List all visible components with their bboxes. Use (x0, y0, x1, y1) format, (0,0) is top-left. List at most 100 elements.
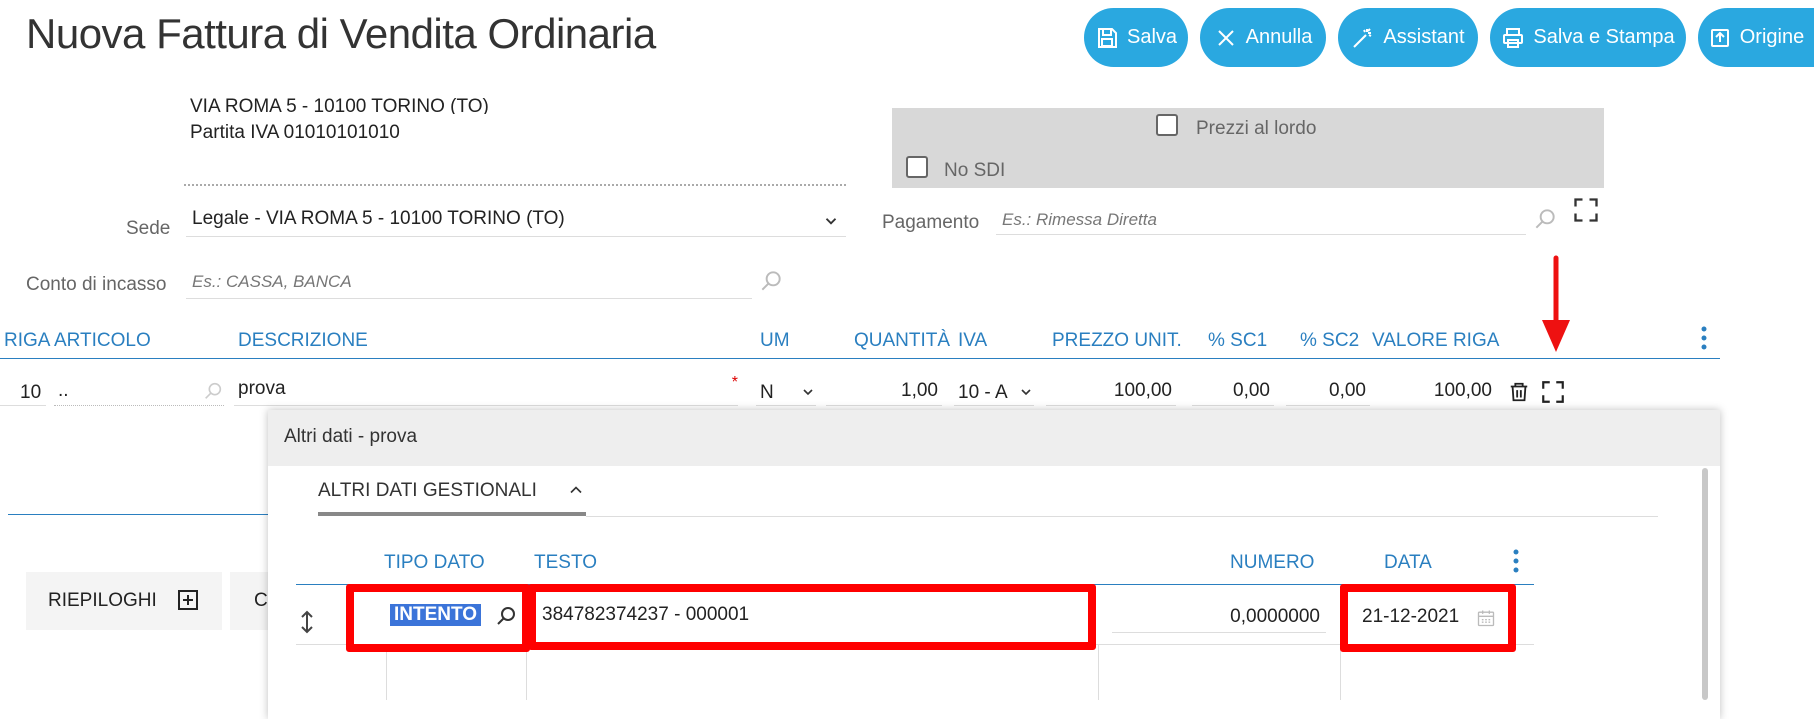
save-print-label: Salva e Stampa (1533, 26, 1675, 48)
dialog-scrollbar[interactable] (1702, 468, 1708, 700)
iva-value: 10 - A (958, 382, 1008, 403)
prezzo-input[interactable]: 100,00 (1046, 378, 1176, 406)
calendar-icon[interactable] (1476, 608, 1496, 628)
grid-vline (1098, 644, 1099, 700)
conto-label: Conto di incasso (26, 274, 167, 295)
conto-input[interactable]: Es.: CASSA, BANCA (186, 268, 752, 299)
col-iva: IVA (958, 330, 988, 351)
customer-address: VIA ROMA 5 - 10100 TORINO (TO) (190, 96, 489, 114)
section-toggle[interactable]: ALTRI DATI GESTIONALI (318, 474, 586, 516)
chevron-down-icon (825, 218, 837, 225)
no-sdi-checkbox[interactable] (906, 156, 928, 178)
sc2-input[interactable]: 0,00 (1286, 378, 1370, 406)
sede-label: Sede (126, 218, 171, 239)
save-print-button[interactable]: Salva e Stampa (1490, 8, 1686, 67)
close-icon (1217, 29, 1234, 46)
save-label: Salva (1126, 26, 1178, 48)
page-title: Nuova Fattura di Vendita Ordinaria (26, 10, 656, 57)
riga-cell[interactable]: 10 (0, 378, 46, 406)
expand-icon[interactable] (1540, 379, 1566, 405)
dialog-header: Altri dati - prova (268, 410, 1720, 466)
trash-icon[interactable] (1508, 380, 1530, 404)
iva-select[interactable]: 10 - A (954, 378, 1034, 406)
address-separator (184, 184, 846, 186)
pagamento-input[interactable]: Es.: Rimessa Diretta (996, 204, 1526, 235)
col-valore: VALORE RIGA (1372, 330, 1500, 351)
col-testo: TESTO (534, 552, 597, 573)
no-sdi-label: No SDI (944, 160, 1006, 181)
origin-label: Origine (1739, 26, 1805, 48)
data-input[interactable]: 21-12-2021 (1358, 600, 1500, 634)
cancel-button[interactable]: Annulla (1200, 8, 1326, 67)
floppy-icon (1097, 27, 1117, 48)
articolo-input[interactable]: .. (54, 378, 224, 406)
col-descrizione: DESCRIZIONE (238, 330, 368, 351)
tipo-dato-input[interactable]: INTENTO (386, 600, 518, 634)
origin-button[interactable]: Origine (1698, 8, 1814, 67)
descrizione-value: prova (238, 378, 286, 399)
col-articolo: ARTICOLO (54, 330, 151, 351)
quantita-input[interactable]: 1,00 (826, 378, 942, 406)
descrizione-input[interactable]: prova * (234, 374, 738, 406)
assistant-button[interactable]: Assistant (1338, 8, 1478, 67)
valore-value: 100,00 (1433, 380, 1492, 401)
col-tipo-dato: TIPO DATO (384, 552, 485, 573)
col-um: UM (760, 330, 790, 351)
red-arrow-annotation (1542, 255, 1570, 352)
kebab-menu-icon[interactable] (1696, 324, 1712, 352)
gross-prices-checkbox[interactable] (1156, 114, 1178, 136)
grid-header-line (0, 358, 1720, 359)
kebab-menu-icon[interactable] (1508, 548, 1524, 574)
pagamento-placeholder: Es.: Rimessa Diretta (1002, 210, 1157, 229)
riga-value: 10 (20, 382, 42, 403)
section-label: ALTRI DATI GESTIONALI (318, 480, 537, 501)
chevron-down-icon (1021, 389, 1031, 396)
required-mark: * (731, 374, 738, 391)
um-value: N (760, 382, 774, 403)
sc1-input[interactable]: 0,00 (1192, 378, 1274, 406)
search-icon[interactable] (494, 604, 518, 628)
col-data: DATA (1384, 552, 1432, 573)
col-quantita: QUANTITÀ (854, 330, 951, 351)
valore-cell: 100,00 (1380, 378, 1496, 406)
export-icon (1710, 28, 1729, 47)
conto-placeholder: Es.: CASSA, BANCA (192, 272, 352, 291)
dialog-title: Altri dati - prova (284, 426, 418, 447)
sede-value: Legale - VIA ROMA 5 - 10100 TORINO (TO) (192, 208, 565, 229)
save-button[interactable]: Salva (1084, 8, 1188, 67)
articolo-value: .. (58, 380, 69, 401)
prezzo-value: 100,00 (1113, 380, 1172, 401)
col-numero: NUMERO (1230, 552, 1315, 573)
quantita-value: 1,00 (901, 380, 938, 401)
col-sc1: % SC1 (1208, 330, 1268, 351)
numero-input[interactable]: 0,0000000 (1112, 600, 1326, 633)
tipo-dato-value: INTENTO (390, 604, 482, 626)
testo-value: 384782374237 - 000001 (542, 604, 750, 625)
expand-icon[interactable] (1572, 196, 1600, 224)
printer-icon (1503, 27, 1524, 48)
grid-vline (1340, 644, 1341, 700)
next-tab[interactable]: C (230, 572, 268, 630)
riepiloghi-label: RIEPILOGHI (48, 590, 157, 611)
next-tab-label: C (254, 590, 268, 611)
assistant-label: Assistant (1383, 26, 1465, 48)
add-box-icon (178, 590, 198, 610)
grid-vline (526, 644, 527, 700)
data-value: 21-12-2021 (1362, 606, 1460, 627)
col-prezzo: PREZZO UNIT. (1052, 330, 1182, 351)
magic-wand-icon (1353, 27, 1372, 48)
riepiloghi-tab[interactable]: RIEPILOGHI (26, 572, 222, 630)
search-icon[interactable] (1532, 206, 1558, 232)
col-sc2: % SC2 (1300, 330, 1360, 351)
search-icon[interactable] (758, 268, 784, 294)
drag-handle-icon[interactable] (296, 608, 318, 636)
pagamento-label: Pagamento (882, 212, 980, 233)
cancel-label: Annulla (1245, 26, 1313, 48)
search-icon[interactable] (202, 380, 224, 402)
sede-select[interactable]: Legale - VIA ROMA 5 - 10100 TORINO (TO) (186, 206, 846, 237)
um-select[interactable]: N (756, 378, 816, 406)
chevron-up-icon (570, 486, 582, 494)
col-riga: RIGA (4, 330, 51, 351)
testo-input[interactable]: 384782374237 - 000001 (540, 598, 1080, 632)
section-divider (8, 514, 268, 515)
